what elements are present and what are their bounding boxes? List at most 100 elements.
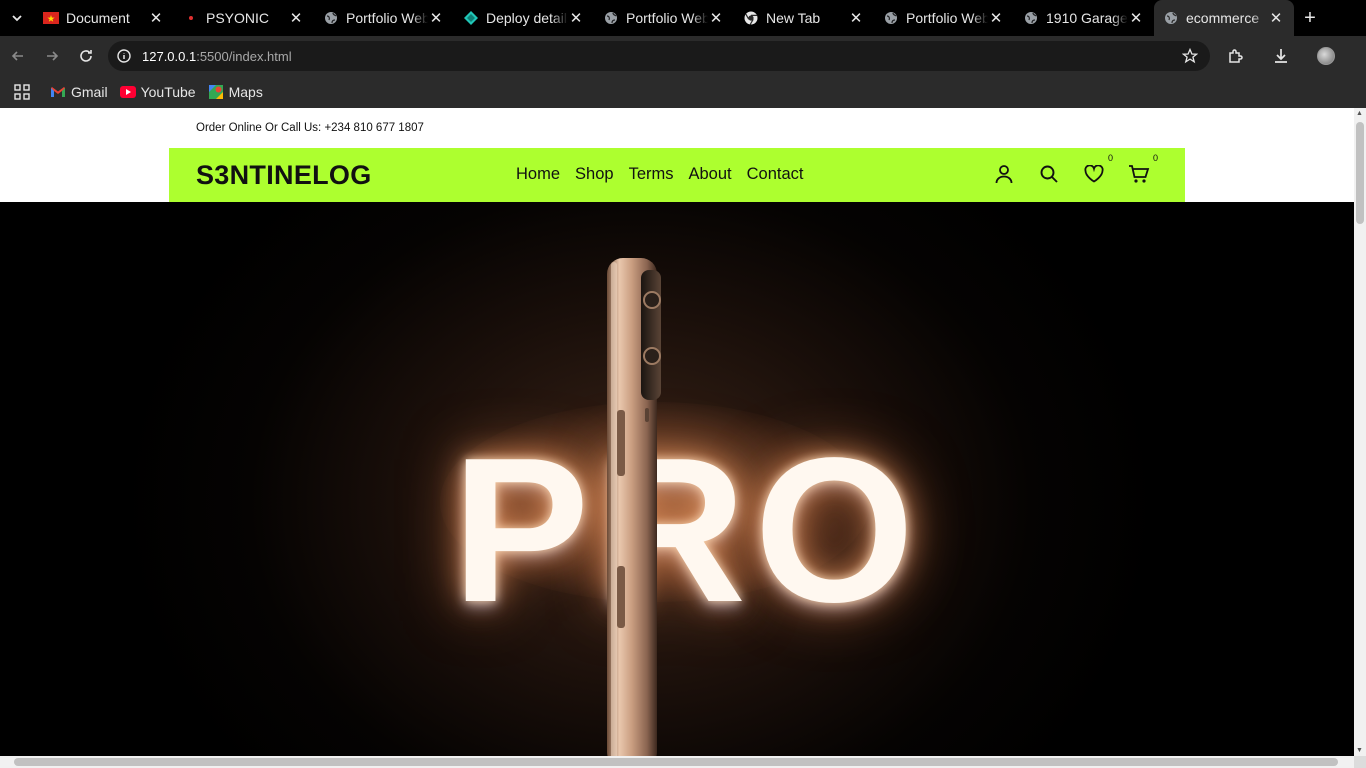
reload-icon <box>80 50 92 62</box>
bookmark-label: Maps <box>228 84 263 100</box>
bookmark-maps[interactable]: Maps <box>208 84 263 100</box>
profile-button[interactable] <box>1310 40 1342 72</box>
contact-topbar: Order Online Or Call Us: +234 810 677 18… <box>196 122 424 134</box>
tab-title: ecommerce <box>1186 10 1260 26</box>
site-navbar: S3NTINELOG Home Shop Terms About Contact… <box>169 148 1185 202</box>
flag-favicon-icon <box>43 10 59 26</box>
scrollbar-thumb[interactable] <box>1356 122 1364 224</box>
close-icon[interactable]: ✕ <box>1128 10 1144 27</box>
tab-new-tab[interactable]: New Tab ✕ <box>734 0 874 36</box>
downloads-button[interactable] <box>1265 40 1297 72</box>
horizontal-scrollbar[interactable] <box>0 756 1354 768</box>
close-icon[interactable]: ✕ <box>1268 10 1284 27</box>
nav-icons: 0 0 <box>991 153 1171 187</box>
nav-shop[interactable]: Shop <box>575 165 614 184</box>
plus-icon: + <box>1304 6 1316 29</box>
netlify-favicon-icon <box>463 10 479 26</box>
tab-ecommerce[interactable]: ecommerce ✕ <box>1154 0 1294 36</box>
reload-button[interactable] <box>70 40 102 72</box>
tab-1910-garage[interactable]: 1910 Garage ✕ <box>1014 0 1154 36</box>
download-icon <box>1275 49 1287 63</box>
tab-portfolio-2[interactable]: Portfolio Website ✕ <box>594 0 734 36</box>
tab-title: Deploy details <box>486 10 568 26</box>
nav-terms[interactable]: Terms <box>629 165 674 184</box>
forward-button[interactable] <box>36 40 68 72</box>
tab-title: PSYONIC <box>206 10 270 26</box>
vertical-scrollbar[interactable]: ▲ ▼ <box>1354 108 1366 756</box>
search-icon <box>1040 165 1058 183</box>
nav-home[interactable]: Home <box>516 165 560 184</box>
browser-toolbar: 127.0.0.1:5500/index.html <box>0 36 1366 76</box>
back-button[interactable] <box>2 40 34 72</box>
close-icon[interactable]: ✕ <box>148 10 164 27</box>
scroll-up-icon[interactable]: ▲ <box>1356 110 1363 117</box>
nav-contact[interactable]: Contact <box>747 165 804 184</box>
nav-about[interactable]: About <box>688 165 731 184</box>
chrome-favicon-icon <box>743 10 759 26</box>
url-host: 127.0.0.1 <box>142 48 197 64</box>
arrow-right-icon <box>47 51 59 61</box>
bookmark-youtube[interactable]: YouTube <box>119 84 196 100</box>
tab-strip: Document ✕ PSYONIC ✕ Portfolio Website ✕… <box>0 0 1366 36</box>
close-icon[interactable]: ✕ <box>848 10 864 27</box>
maps-icon <box>208 84 224 100</box>
bookmark-label: YouTube <box>140 84 196 100</box>
main-nav: Home Shop Terms About Contact <box>516 165 818 184</box>
site-info-icon[interactable] <box>116 48 132 64</box>
arrow-left-icon <box>11 51 23 61</box>
toolbar-actions <box>1220 40 1366 72</box>
youtube-icon <box>119 84 136 100</box>
globe-icon <box>603 10 619 26</box>
close-icon[interactable]: ✕ <box>288 10 304 27</box>
bookmarks-bar: Gmail YouTube Maps <box>0 76 1366 108</box>
hero-title: PRO <box>452 415 923 645</box>
cart-count: 0 <box>1152 153 1158 163</box>
tab-search-button[interactable] <box>0 0 34 36</box>
chevron-down-icon <box>12 15 22 22</box>
bookmark-gmail[interactable]: Gmail <box>50 84 108 100</box>
phone-image <box>607 258 661 756</box>
tab-psyonic[interactable]: PSYONIC ✕ <box>174 0 314 36</box>
search-button[interactable] <box>1036 161 1062 187</box>
scroll-down-icon[interactable]: ▼ <box>1356 747 1363 754</box>
tab-title: Portfolio Website <box>346 10 428 26</box>
globe-icon <box>323 10 339 26</box>
url-path: :5500/index.html <box>196 48 292 64</box>
globe-icon <box>1163 10 1179 26</box>
globe-icon <box>1023 10 1039 26</box>
cart-icon <box>1129 165 1150 183</box>
scrollbar-corner <box>1354 756 1366 768</box>
tab-title: New Tab <box>766 10 821 26</box>
address-bar[interactable]: 127.0.0.1:5500/index.html <box>108 41 1210 71</box>
avatar <box>1317 47 1335 65</box>
gmail-icon <box>50 84 66 100</box>
scrollbar-thumb[interactable] <box>14 758 1338 766</box>
tab-document[interactable]: Document ✕ <box>34 0 174 36</box>
wishlist-button[interactable]: 0 <box>1081 153 1113 187</box>
hero-banner: PRO <box>0 202 1354 756</box>
apps-button[interactable] <box>14 84 30 100</box>
tab-portfolio-3[interactable]: Portfolio Website ✕ <box>874 0 1014 36</box>
user-icon <box>995 165 1013 184</box>
extensions-button[interactable] <box>1220 40 1252 72</box>
puzzle-icon <box>1229 49 1243 63</box>
close-icon[interactable]: ✕ <box>708 10 724 27</box>
tab-portfolio-1[interactable]: Portfolio Website ✕ <box>314 0 454 36</box>
close-icon[interactable]: ✕ <box>568 10 584 27</box>
menu-button[interactable] <box>1355 40 1366 72</box>
site-logo[interactable]: S3NTINELOG <box>196 160 372 191</box>
bookmark-star-icon[interactable] <box>1182 48 1198 64</box>
heart-icon <box>1084 165 1104 183</box>
tab-title: Portfolio Website <box>626 10 708 26</box>
cart-button[interactable]: 0 <box>1126 153 1158 187</box>
tab-title: 1910 Garage <box>1046 10 1128 26</box>
close-icon[interactable]: ✕ <box>988 10 1004 27</box>
apps-grid-icon <box>14 84 30 100</box>
red-dot-favicon-icon <box>183 10 199 26</box>
account-button[interactable] <box>991 161 1017 187</box>
close-icon[interactable]: ✕ <box>428 10 444 27</box>
tab-deploy-details[interactable]: Deploy details ✕ <box>454 0 594 36</box>
new-tab-button[interactable]: + <box>1294 0 1326 36</box>
bookmark-label: Gmail <box>71 84 108 100</box>
wishlist-count: 0 <box>1107 153 1113 163</box>
